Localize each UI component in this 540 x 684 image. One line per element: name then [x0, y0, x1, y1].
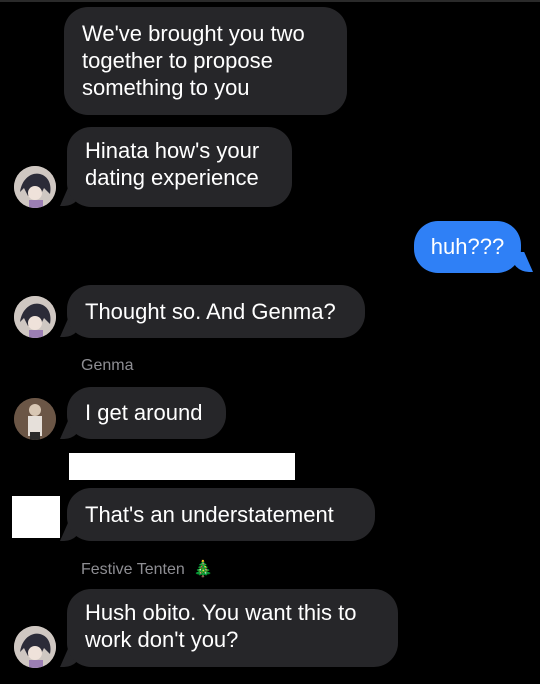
avatar-image-icon: [14, 296, 56, 338]
avatar-image-icon: [14, 626, 56, 668]
sender-name: Genma: [81, 357, 134, 374]
message-bubble-incoming[interactable]: Thought so. And Genma?: [67, 285, 365, 338]
avatar[interactable]: [14, 398, 56, 440]
message-bubble-incoming[interactable]: That's an understatement: [67, 488, 375, 541]
christmas-tree-emoji: 🎄: [193, 561, 214, 578]
message-bubble-incoming[interactable]: I get around: [67, 387, 226, 439]
avatar-image-icon: [14, 398, 56, 440]
avatar-image-icon: [14, 166, 56, 208]
message-bubble-outgoing[interactable]: huh???: [414, 221, 521, 273]
redacted-sender-name: [69, 453, 295, 480]
top-divider: [0, 0, 540, 2]
avatar[interactable]: [14, 626, 56, 668]
avatar[interactable]: [14, 166, 56, 208]
sender-name: Festive Tenten 🎄: [81, 559, 213, 579]
sender-name-text: Festive Tenten: [81, 561, 185, 578]
message-bubble-incoming[interactable]: Hinata how's your dating experience: [67, 127, 292, 207]
avatar[interactable]: [14, 296, 56, 338]
message-bubble-incoming[interactable]: Hush obito. You want this to work don't …: [67, 589, 398, 667]
redacted-avatar: [12, 496, 60, 538]
message-bubble-incoming[interactable]: We've brought you two together to propos…: [64, 7, 347, 115]
